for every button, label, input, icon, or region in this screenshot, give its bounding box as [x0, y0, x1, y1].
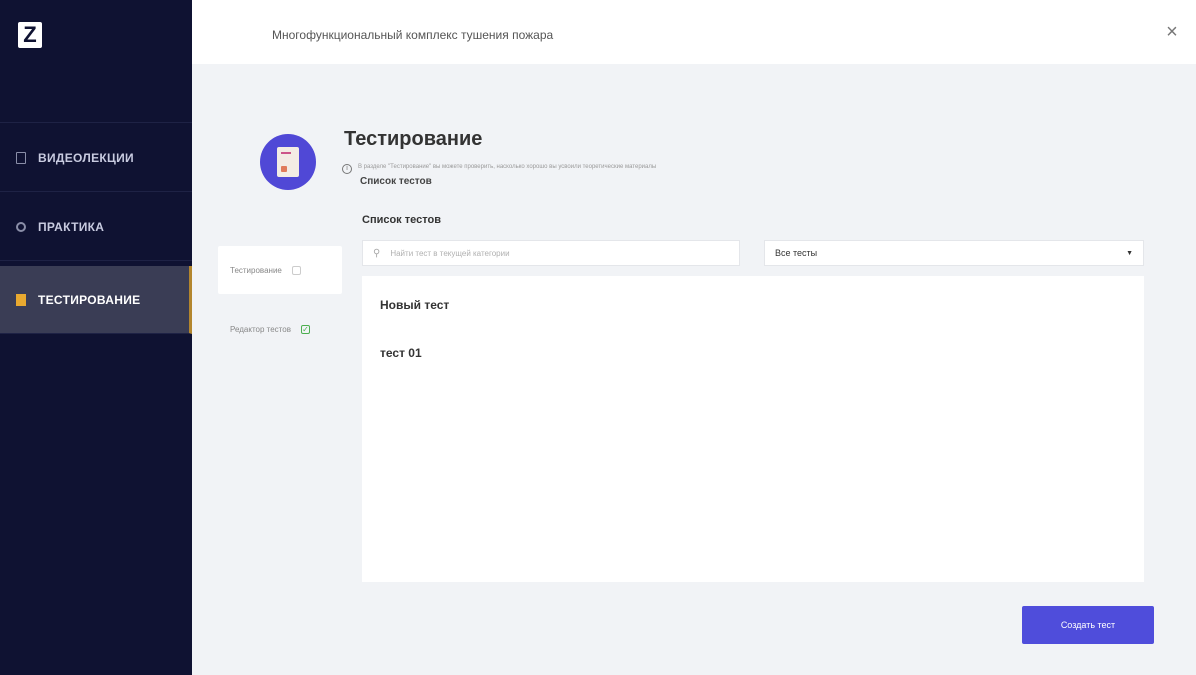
subnav-item-test-editor[interactable]: Редактор тестов ✓	[218, 314, 342, 344]
sidebar-divider	[0, 122, 192, 123]
sidebar-item-testing[interactable]: ТЕСТИРОВАНИЕ	[0, 266, 192, 334]
breadcrumb: Список тестов	[360, 176, 432, 187]
main-content: Тестирование i В разделе "Тестирование" …	[192, 64, 1196, 675]
checklist-icon	[16, 293, 26, 306]
page-title: Тестирование	[344, 128, 483, 150]
gear-icon	[16, 221, 26, 232]
tests-filter-select[interactable]: Все тесты ▼	[764, 240, 1144, 266]
close-icon[interactable]: ×	[1162, 22, 1182, 42]
tests-list: Новый тест тест 01	[362, 276, 1144, 582]
search-input[interactable]	[390, 248, 711, 258]
sidebar-item-videolectures[interactable]: ВИДЕОЛЕКЦИИ	[0, 124, 192, 192]
info-icon: i	[342, 164, 352, 174]
caret-down-icon: ▼	[1126, 249, 1133, 257]
filter-selected-value: Все тесты	[775, 248, 818, 258]
checkbox-checked-icon: ✓	[300, 324, 310, 334]
subnav-item-label: Редактор тестов	[230, 324, 291, 334]
page-description: В разделе "Тестирование" вы можете прове…	[358, 164, 657, 170]
book-icon	[16, 151, 26, 164]
app-logo: Z	[18, 22, 42, 48]
checkbox-icon	[291, 265, 301, 275]
test-search: ⚲	[362, 240, 740, 266]
sidebar-item-practice[interactable]: ПРАКТИКА	[0, 193, 192, 261]
subnav-item-label: Тестирование	[230, 265, 282, 275]
search-icon: ⚲	[373, 247, 381, 259]
sidebar-item-label: ТЕСТИРОВАНИЕ	[38, 292, 141, 307]
top-bar: Многофункциональный комплекс тушения пож…	[192, 0, 1196, 64]
list-item[interactable]: Новый тест	[380, 298, 449, 312]
sidebar-item-label: ВИДЕОЛЕКЦИИ	[38, 150, 134, 165]
app-title: Многофункциональный комплекс тушения пож…	[272, 28, 554, 42]
sidebar: Z ВИДЕОЛЕКЦИИ ПРАКТИКА ТЕСТИРОВАНИЕ	[0, 0, 192, 675]
tests-section-title: Список тестов	[362, 214, 441, 226]
sidebar-item-label: ПРАКТИКА	[38, 219, 105, 234]
document-icon	[277, 147, 299, 177]
create-test-button[interactable]: Создать тест	[1022, 606, 1154, 644]
list-item[interactable]: тест 01	[380, 346, 422, 360]
testing-module-icon	[260, 134, 316, 190]
subnav-item-testing[interactable]: Тестирование	[218, 246, 342, 294]
